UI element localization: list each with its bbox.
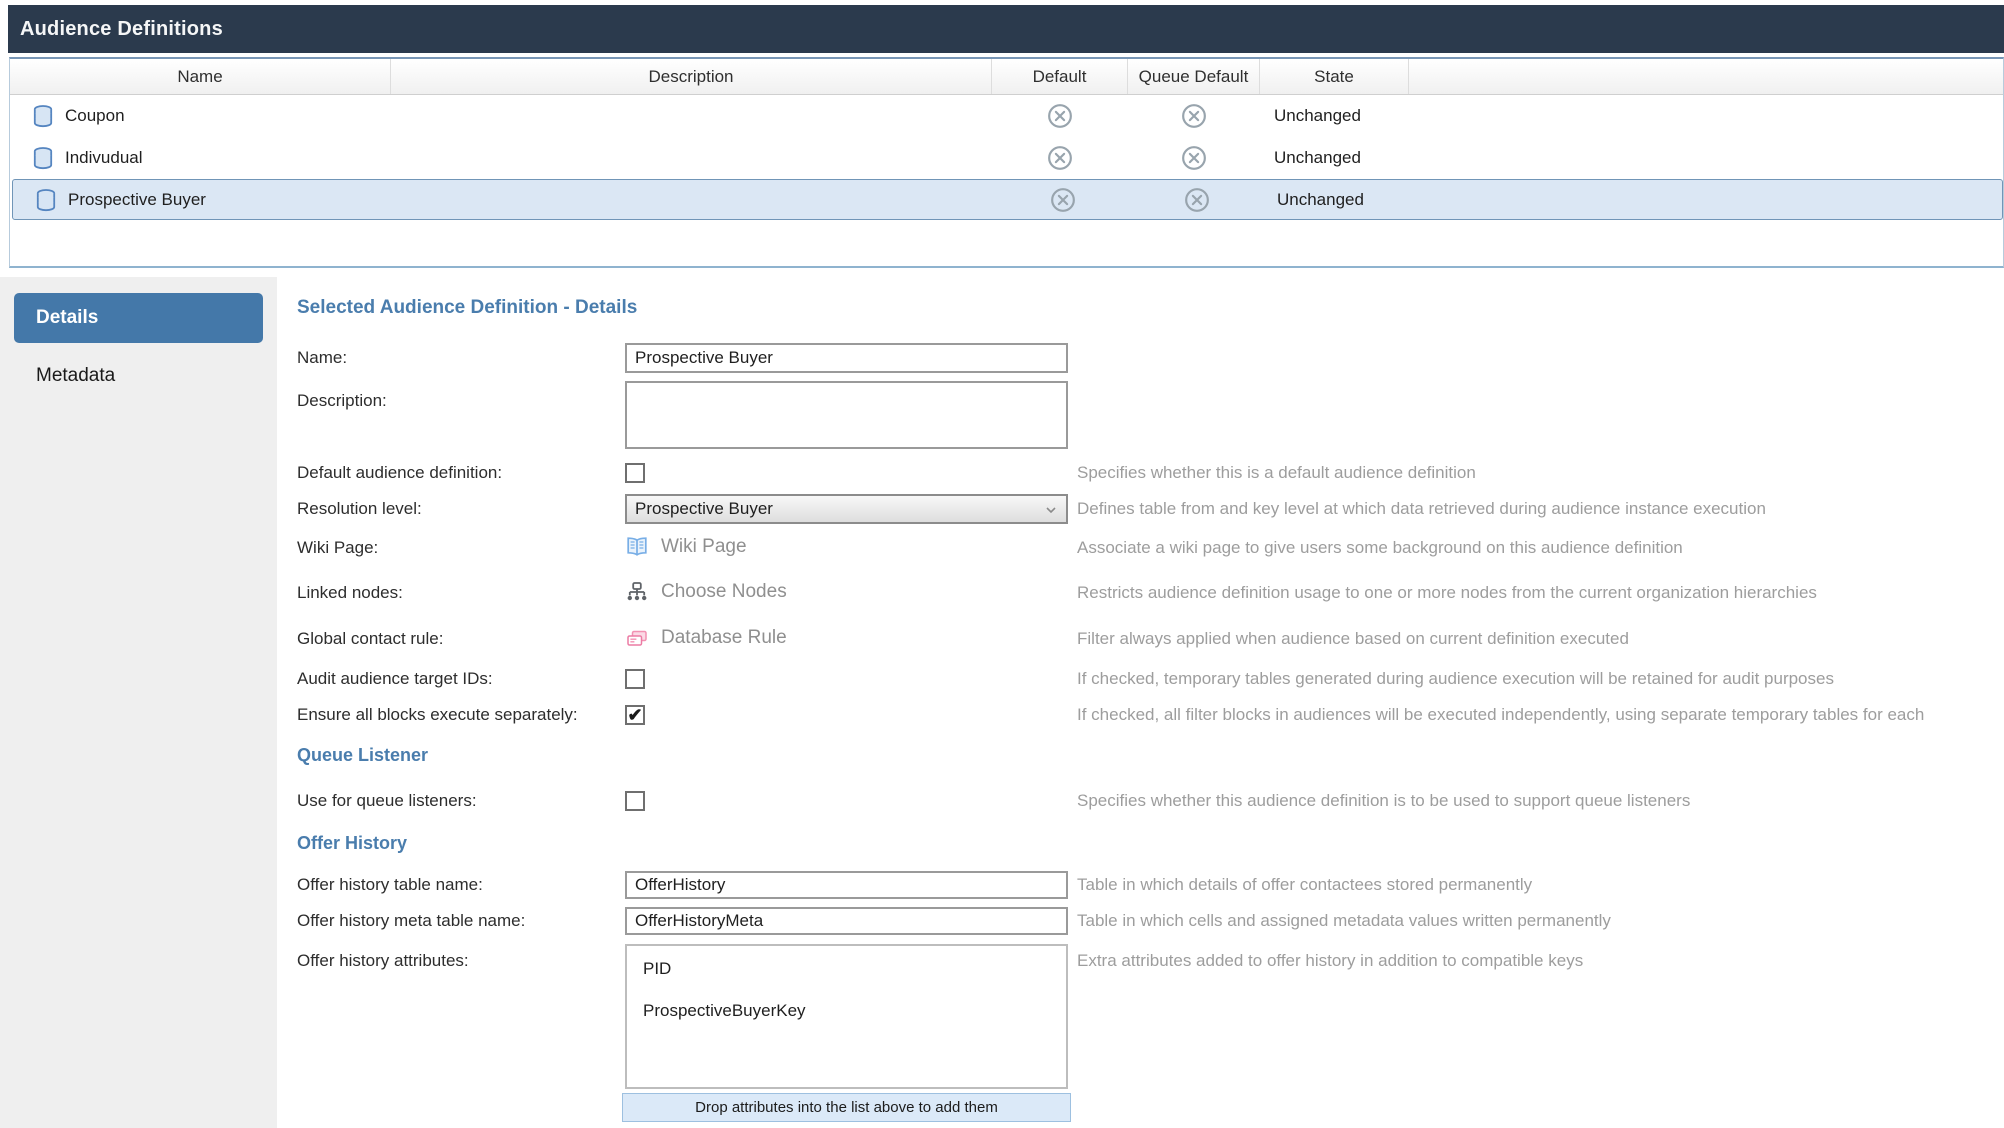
database-icon (34, 188, 58, 212)
section-heading-queue-listener: Queue Listener (297, 745, 428, 766)
drop-zone-hint: Drop attributes into the list above to a… (695, 1099, 998, 1116)
default-toggle[interactable] (992, 145, 1128, 171)
audit-ids-checkbox[interactable] (625, 669, 645, 689)
linked-nodes-help: Restricts audience definition usage to o… (1077, 583, 1817, 603)
state-value: Unchanged (1260, 148, 1409, 168)
database-icon (31, 146, 55, 170)
use-for-queue-checkbox[interactable] (625, 791, 645, 811)
offer-history-attributes-label: Offer history attributes: (297, 951, 469, 971)
audience-name: Coupon (65, 106, 125, 126)
page-title: Audience Definitions (8, 18, 223, 41)
section-heading-offer-history: Offer History (297, 833, 407, 854)
circle-x-icon (1047, 103, 1073, 129)
offer-history-table-label: Offer history table name: (297, 875, 483, 895)
queue-default-toggle[interactable] (1131, 187, 1263, 213)
attributes-drop-zone[interactable]: Drop attributes into the list above to a… (622, 1093, 1071, 1122)
ensure-blocks-checkbox[interactable]: ✔ (625, 705, 645, 725)
details-panel: Selected Audience Definition - Details N… (277, 277, 2004, 1128)
circle-x-icon (1047, 145, 1073, 171)
title-bar: Audience Definitions (8, 5, 2004, 53)
sitemap-icon (625, 580, 649, 604)
database-rule-button[interactable]: Database Rule (625, 626, 787, 650)
offer-history-attributes-list[interactable]: PID ProspectiveBuyerKey (625, 944, 1068, 1089)
audience-name: Indivudual (65, 148, 143, 168)
sidebar-item-label: Details (36, 307, 98, 329)
use-for-queue-label: Use for queue listeners: (297, 791, 477, 811)
wiki-page-help: Associate a wiki page to give users some… (1077, 538, 1683, 558)
audience-definitions-page: Audience Definitions Name Description De… (0, 0, 2004, 1128)
circle-x-icon (1181, 103, 1207, 129)
sidebar: Details Metadata (0, 277, 277, 1128)
table-row-selected[interactable]: Prospective Buyer Unchanged (12, 179, 2003, 220)
offer-history-attributes-help: Extra attributes added to offer history … (1077, 951, 1583, 971)
chevron-down-icon (1043, 502, 1059, 518)
list-item[interactable]: PID (627, 948, 1066, 990)
audience-name: Prospective Buyer (68, 190, 206, 210)
resolution-level-value: Prospective Buyer (635, 499, 773, 519)
offer-history-meta-help: Table in which cells and assigned metada… (1077, 911, 1611, 931)
resolution-level-select[interactable]: Prospective Buyer (625, 494, 1068, 524)
queue-default-toggle[interactable] (1128, 145, 1260, 171)
default-audience-help: Specifies whether this is a default audi… (1077, 463, 1476, 483)
state-value: Unchanged (1260, 106, 1409, 126)
sidebar-item-label: Metadata (36, 365, 115, 386)
column-header-state: State (1260, 59, 1409, 94)
audience-table: Name Description Default Queue Default S… (9, 57, 2004, 268)
audit-ids-help: If checked, temporary tables generated d… (1077, 669, 1834, 689)
wiki-page-button-label: Wiki Page (661, 536, 747, 558)
resolution-level-label: Resolution level: (297, 499, 422, 519)
state-value: Unchanged (1263, 190, 1412, 210)
table-row[interactable]: Coupon Unchanged (10, 95, 2003, 137)
choose-nodes-button-label: Choose Nodes (661, 581, 787, 603)
default-toggle[interactable] (995, 187, 1131, 213)
default-audience-checkbox[interactable] (625, 463, 645, 483)
global-contact-rule-label: Global contact rule: (297, 629, 443, 649)
default-toggle[interactable] (992, 103, 1128, 129)
offer-history-meta-input[interactable] (625, 907, 1068, 935)
name-label: Name: (297, 348, 347, 368)
list-item[interactable]: ProspectiveBuyerKey (627, 990, 1066, 1032)
global-contact-rule-help: Filter always applied when audience base… (1077, 629, 1629, 649)
linked-nodes-label: Linked nodes: (297, 583, 403, 603)
database-rule-button-label: Database Rule (661, 627, 787, 649)
offer-history-table-input[interactable] (625, 871, 1068, 899)
column-header-name: Name (10, 59, 391, 94)
column-header-spacer (1409, 59, 2003, 94)
wiki-page-label: Wiki Page: (297, 538, 378, 558)
cards-icon (625, 626, 649, 650)
sidebar-item-metadata[interactable]: Metadata (36, 365, 115, 387)
description-textarea[interactable] (625, 381, 1068, 449)
circle-x-icon (1181, 145, 1207, 171)
wiki-page-button[interactable]: Wiki Page (625, 535, 747, 559)
choose-nodes-button[interactable]: Choose Nodes (625, 580, 787, 604)
audit-ids-label: Audit audience target IDs: (297, 669, 493, 689)
default-audience-label: Default audience definition: (297, 463, 502, 483)
open-book-icon (625, 535, 649, 559)
circle-x-icon (1184, 187, 1210, 213)
ensure-blocks-label: Ensure all blocks execute separately: (297, 705, 578, 725)
table-header-row: Name Description Default Queue Default S… (10, 59, 2003, 95)
sidebar-item-details[interactable]: Details (14, 293, 263, 343)
column-header-default: Default (992, 59, 1128, 94)
column-header-description: Description (391, 59, 992, 94)
section-heading-details: Selected Audience Definition - Details (297, 297, 2004, 319)
offer-history-meta-label: Offer history meta table name: (297, 911, 525, 931)
queue-default-toggle[interactable] (1128, 103, 1260, 129)
table-row[interactable]: Indivudual Unchanged (10, 137, 2003, 179)
use-for-queue-help: Specifies whether this audience definiti… (1077, 791, 1690, 811)
ensure-blocks-help: If checked, all filter blocks in audienc… (1077, 705, 1924, 725)
checkbox-glyph: ✔ (627, 706, 642, 724)
column-header-queue-default: Queue Default (1128, 59, 1260, 94)
circle-x-icon (1050, 187, 1076, 213)
name-input[interactable] (625, 343, 1068, 373)
resolution-level-help: Defines table from and key level at whic… (1077, 499, 1766, 519)
offer-history-table-help: Table in which details of offer contacte… (1077, 875, 1532, 895)
description-label: Description: (297, 391, 387, 411)
database-icon (31, 104, 55, 128)
